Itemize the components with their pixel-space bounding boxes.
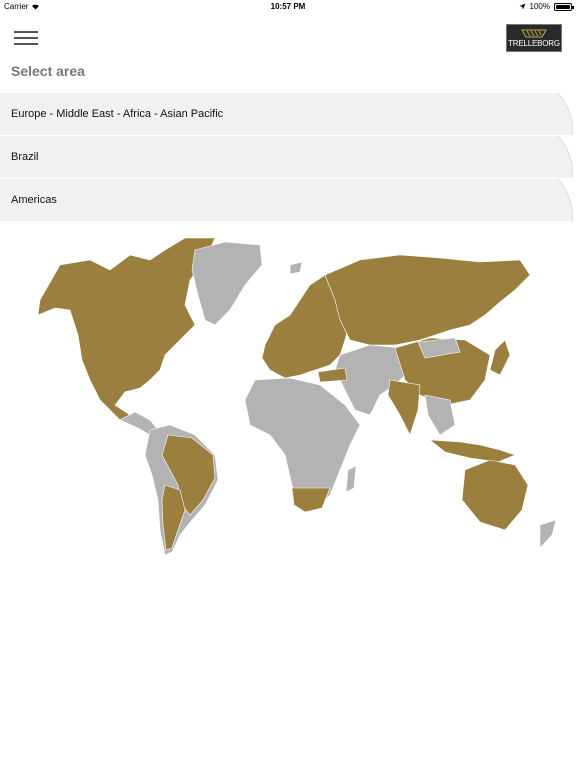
map-region-greenland[interactable] [191,241,263,326]
area-item-americas[interactable]: Americas [0,179,576,222]
map-region-north-america[interactable] [37,237,216,421]
map-region-japan[interactable] [489,339,511,376]
status-right-group: 100% [519,2,574,11]
map-region-iceland[interactable] [289,261,303,275]
map-region-southeast-asia[interactable] [424,394,456,436]
map-region-south-africa[interactable] [291,487,331,513]
map-region-new-zealand[interactable] [539,519,557,549]
page-title: Select area [11,63,85,79]
logo-wordmark: TRELLEBORG [508,38,560,48]
map-region-madagascar[interactable] [345,465,357,493]
map-region-indonesia[interactable] [429,439,516,463]
area-item-emea-apac[interactable]: Europe - Middle East - Africa - Asian Pa… [0,93,576,136]
area-item-brazil[interactable]: Brazil [0,136,576,179]
battery-icon [554,2,574,11]
page-fold-icon [557,93,576,135]
map-region-australia[interactable] [461,459,529,531]
trelleborg-logo: TRELLEBORG [506,24,562,52]
logo-mark-icon [521,29,547,37]
hamburger-menu-icon[interactable] [14,28,42,48]
area-item-label: Brazil [11,151,39,163]
area-item-label: Americas [11,194,57,206]
battery-percent: 100% [529,2,550,11]
location-arrow-icon [519,3,526,10]
battery-fill [556,4,570,9]
world-map[interactable] [0,230,576,560]
map-region-russia[interactable] [324,254,531,346]
map-region-india[interactable] [387,379,421,436]
area-list: Europe - Middle East - Africa - Asian Pa… [0,93,576,222]
status-bar: Carrier 10:57 PM 100% [0,0,576,14]
world-map-svg [37,237,557,556]
page-fold-icon [557,136,576,178]
map-region-turkey[interactable] [317,367,348,383]
nav-header: TRELLEBORG [0,14,576,62]
page-fold-icon [557,179,576,221]
area-item-label: Europe - Middle East - Africa - Asian Pa… [11,108,224,120]
status-time: 10:57 PM [270,2,306,11]
